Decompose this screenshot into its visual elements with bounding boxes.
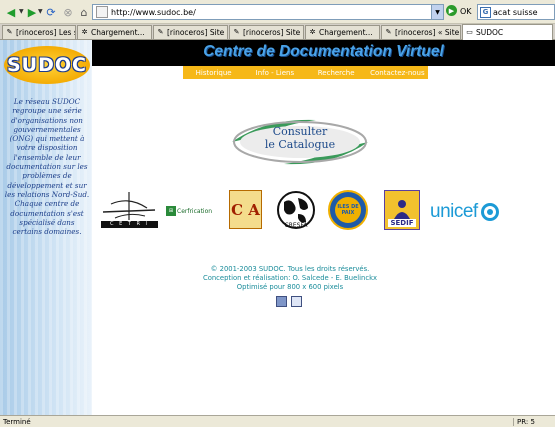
stop-icon[interactable]: ⊗: [60, 4, 76, 20]
search-text[interactable]: acat suisse: [493, 8, 538, 17]
page-icon: [96, 6, 108, 18]
tab-label: [rinoceros] « Site...: [395, 28, 461, 37]
unicef-logo[interactable]: unicef: [430, 200, 522, 224]
coa-logo[interactable]: C A: [229, 190, 262, 229]
nav-info-liens[interactable]: Info - Liens: [244, 66, 305, 79]
chart-icon[interactable]: [291, 296, 302, 307]
page-icon: ▭: [466, 28, 473, 36]
tab-label: Chargement...: [319, 28, 373, 37]
tab-label: [rinoceros] Site r...: [167, 28, 227, 37]
tab-active[interactable]: ▭ SUDOC: [462, 24, 553, 40]
address-text[interactable]: http://www.sudoc.be/: [111, 8, 431, 17]
globe-icon: CRESFA: [277, 191, 315, 229]
search-engine-icon[interactable]: G: [480, 6, 491, 18]
home-icon[interactable]: ⌂: [76, 4, 92, 20]
nav-contact[interactable]: Contactez-nous: [367, 66, 428, 79]
cresfa-label: CRESFA: [285, 222, 309, 229]
address-dropdown-icon[interactable]: ▼: [431, 5, 443, 19]
loading-icon: ✲: [81, 28, 88, 36]
unicef-emblem-icon: [480, 203, 499, 221]
sidebar: SUDOC Le réseau SUDOC regroupe une série…: [0, 40, 92, 415]
address-bar[interactable]: http://www.sudoc.be/ ▼: [92, 4, 444, 20]
iles-de-paix-logo[interactable]: ILES DE PAIX: [328, 190, 368, 230]
sedif-figure-icon: [394, 200, 410, 219]
nav-bar: Historique Info - Liens Recherche Contac…: [183, 66, 428, 79]
status-bar: Terminé PR: 5: [0, 415, 555, 427]
footer: © 2001-2003 SUDOC. Tous les droits réser…: [170, 265, 410, 292]
tab-label: SUDOC: [476, 28, 504, 37]
browser-toolbar: ◀ ▼ ▶ ▼ ⟳ ⊗ ⌂ http://www.sudoc.be/ ▼ ▶ O…: [0, 0, 555, 24]
iles-label: ILES DE PAIX: [335, 197, 361, 223]
sidebar-description: Le réseau SUDOC regroupe une série d'org…: [4, 97, 90, 237]
go-button[interactable]: OK: [460, 7, 472, 16]
cetri-label: C E T R I: [101, 221, 158, 228]
sudoc-logo[interactable]: SUDOC: [4, 46, 90, 84]
tab-label: [rinoceros] Site r...: [243, 28, 303, 37]
reload-icon[interactable]: ⟳: [43, 4, 59, 20]
status-text: Terminé: [3, 417, 31, 426]
tab[interactable]: ✲ Chargement...: [77, 25, 152, 39]
catalogue-label: Consulter le Catalogue: [226, 125, 374, 151]
cetri-logo[interactable]: C E T R I: [101, 190, 158, 228]
badge-icon[interactable]: [276, 296, 287, 307]
back-arrow-icon[interactable]: ◀: [3, 4, 19, 20]
logo-text: SUDOC: [7, 54, 87, 76]
footer-credits: Conception et réalisation: O. Salcede - …: [202, 274, 378, 282]
cerfi-logo[interactable]: ⊞ Cerfrication: [166, 204, 218, 218]
tab-label: Chargement...: [91, 28, 145, 37]
tab-label: [rinoceros] Les si...: [16, 28, 75, 37]
page-icon: ✎: [157, 28, 164, 36]
tab[interactable]: ✎ [rinoceros] « Site...: [381, 25, 461, 39]
page-icon: ✎: [385, 28, 392, 36]
nav-historique[interactable]: Historique: [183, 66, 244, 79]
catalogue-line-1: Consulter: [272, 125, 328, 138]
tab[interactable]: ✲ Chargement...: [305, 25, 380, 39]
cetri-arrows-icon: [102, 192, 156, 220]
consulter-catalogue-button[interactable]: Consulter le Catalogue: [226, 116, 374, 168]
page-icon: ✎: [233, 28, 240, 36]
search-field[interactable]: G acat suisse: [477, 4, 555, 20]
web-page: SUDOC Le réseau SUDOC regroupe une série…: [0, 40, 555, 415]
cerfi-mark-icon: ⊞: [166, 206, 176, 216]
nav-recherche[interactable]: Recherche: [306, 66, 367, 79]
page-title: Centre de Documentation Virtuel: [203, 43, 444, 60]
catalogue-line-2: le Catalogue: [264, 138, 336, 151]
back-dropdown-icon[interactable]: ▼: [19, 8, 24, 15]
cresfa-logo[interactable]: CRESFA: [276, 190, 316, 230]
forward-dropdown-icon[interactable]: ▼: [38, 8, 43, 15]
unicef-label: unicef: [430, 201, 478, 222]
tab[interactable]: ✎[rinoceros] Site r...: [153, 25, 228, 39]
tab[interactable]: ✎[rinoceros] Site r...: [229, 25, 304, 39]
coa-label: C A: [231, 200, 260, 219]
pagerank-indicator: PR: 5: [513, 417, 555, 426]
page-icon: ✎: [6, 28, 13, 36]
footer-copyright: © 2001-2003 SUDOC. Tous les droits réser…: [210, 265, 370, 273]
sedif-label: SEDIF: [388, 219, 416, 227]
tab-bar: ✎[rinoceros] Les si... ✲Chargement... ✎[…: [0, 24, 555, 40]
tab[interactable]: ✎[rinoceros] Les si...: [2, 25, 76, 39]
loading-icon: ✲: [309, 28, 316, 36]
footer-icons: [276, 296, 302, 308]
sedif-logo[interactable]: SEDIF: [384, 190, 420, 230]
cerfi-label: Cerfrication: [177, 207, 213, 215]
browser-window: ◀ ▼ ▶ ▼ ⟳ ⊗ ⌂ http://www.sudoc.be/ ▼ ▶ O…: [0, 0, 555, 427]
go-icon[interactable]: ▶: [446, 5, 457, 16]
footer-optimized: Optimisé pour 800 x 600 pixels: [236, 283, 344, 291]
